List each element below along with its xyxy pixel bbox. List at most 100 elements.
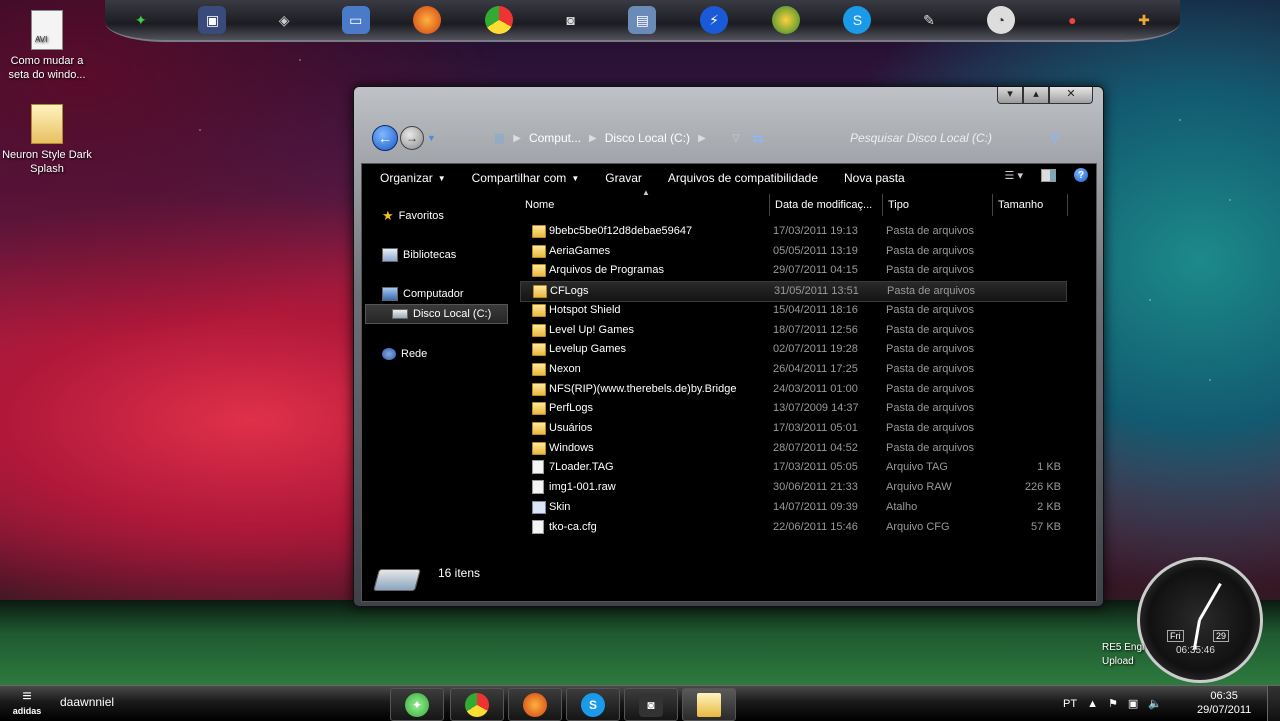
dock-app-icon[interactable]: ✚ [1130,6,1158,34]
dock-app-icon[interactable]: ✎ [915,6,943,34]
tray-clock[interactable]: 06:35 29/07/2011 [1197,689,1251,717]
desktop-icon-folder[interactable]: Neuron Style Dark Splash [2,104,92,176]
burn-button[interactable]: Gravar [591,171,654,185]
view-options-icon[interactable]: ☰ ▾ [1005,169,1023,182]
folder-icon [532,362,546,376]
file-name: NFS(RIP)(www.therebels.de)by.Bridge [549,382,737,395]
dock-clock-icon[interactable]: ◔ [986,6,1015,34]
column-header-name[interactable]: Nome [520,194,770,216]
organize-button[interactable]: Organizar ▼ [362,171,458,185]
file-row[interactable]: NFS(RIP)(www.therebels.de)by.Bridge 24/03… [520,380,1065,399]
taskbar-camera-button[interactable]: ◙ [624,688,678,721]
clock-gadget[interactable]: Fri 29 06:35:46 [1137,557,1263,683]
column-header-size[interactable]: Tamanho [993,194,1068,216]
taskbar-skype-button[interactable]: S [566,688,620,721]
file-row[interactable]: Windows 28/07/2011 04:52 Pasta de arquivos [520,439,1065,458]
breadcrumb: ▦ ▶ Comput... ▶ Disco Local (C:) ▶ [494,131,706,145]
gadget-line: RE5 Engi [1102,642,1145,653]
network-icon[interactable]: ▣ [1128,697,1138,710]
column-header-date[interactable]: Data de modificaç... [770,194,883,216]
file-type: Pasta de arquivos [886,225,975,237]
compat-files-button[interactable]: Arquivos de compatibilidade [654,171,830,185]
search-input[interactable]: Pesquisar Disco Local (C:) [850,131,992,145]
close-button[interactable]: ✕ [1049,87,1093,104]
file-row[interactable]: Levelup Games 02/07/2011 19:28 Pasta de ar… [520,340,1065,359]
volume-icon[interactable]: 🔈 [1148,697,1162,710]
forward-arrow-icon[interactable]: → [400,126,424,150]
folder-icon [697,692,721,717]
clock-time: 06:35:46 [1176,645,1215,656]
file-date: 28/07/2011 04:52 [773,441,858,454]
explorer-content: Organizar ▼ Compartilhar com ▼ Gravar Arqu… [361,163,1097,602]
dock-app-icon[interactable]: ▤ [628,6,657,34]
file-icon [532,480,544,495]
nav-item-local-disk[interactable]: Disco Local (C:) [365,304,508,324]
tray-expand-icon[interactable]: ▲ [1087,698,1098,710]
dock-monitor-icon[interactable]: ▭ [341,6,370,34]
preview-pane-icon[interactable] [1041,168,1056,182]
file-row[interactable]: 9bebc5be0f12d8debae59647 17/03/2011 19:13… [520,222,1065,241]
taskbar-firefox-button[interactable] [508,688,562,721]
file-row[interactable]: CFLogs 31/05/2011 13:51 Pasta de arquivos [520,281,1067,303]
dock-app-icon[interactable]: ● [1058,6,1086,34]
dock-firefox-icon[interactable] [413,6,442,34]
video-file-icon: AVI [31,10,63,50]
clock-hand [1198,582,1222,621]
file-date: 29/07/2011 04:15 [773,264,858,277]
file-row[interactable]: 7Loader.TAG 17/03/2011 05:05 Arquivo TAG 1 … [520,458,1065,477]
breadcrumb-computer[interactable]: Comput... [529,131,581,145]
firefox-icon [523,692,547,717]
dock-app-icon[interactable]: ⚡ [700,6,729,34]
taskbar-messenger-button[interactable]: ✦ [390,688,444,721]
file-type: Arquivo TAG [886,461,948,474]
file-row[interactable]: Hotspot Shield 15/04/2011 18:16 Pasta de a… [520,301,1065,320]
minimize-button[interactable]: ▾ [997,87,1023,104]
show-desktop-button[interactable] [1267,686,1280,721]
flag-icon[interactable]: ⚑ [1108,697,1118,710]
refresh-icon[interactable]: ⇆ [752,130,764,147]
chevron-right-icon[interactable]: ▶ [698,133,706,144]
help-icon[interactable]: ? [1074,168,1088,182]
chevron-right-icon[interactable]: ▶ [589,133,597,144]
avi-badge: AVI [35,35,48,44]
file-row[interactable]: Usuários 17/03/2011 05:01 Pasta de arquivo… [520,419,1065,438]
shortcut-icon [532,500,546,514]
desktop-icon-video[interactable]: AVI Como mudar a seta do windo... [2,10,92,82]
dock-skype-icon[interactable]: S [843,6,872,34]
taskbar-chrome-button[interactable] [450,688,504,721]
nav-item-network[interactable]: Rede [382,346,427,362]
search-icon[interactable]: ⚲ [1050,130,1060,146]
back-arrow-icon[interactable]: ← [372,125,398,151]
dock-chrome-icon[interactable] [485,6,514,34]
language-indicator[interactable]: PT [1063,698,1077,710]
dock-app-icon[interactable]: ◈ [270,6,298,34]
file-row[interactable]: Level Up! Games 18/07/2011 12:56 Pasta de … [520,321,1065,340]
file-row[interactable]: tko-ca.cfg 22/06/2011 15:46 Arquivo CFG 57 … [520,518,1065,537]
file-row[interactable]: Skin 14/07/2011 09:39 Atalho 2 KB [520,498,1065,517]
dock-app-icon[interactable]: ▣ [198,6,227,34]
file-row[interactable]: Nexon 26/04/2011 17:25 Pasta de arquivos [520,360,1065,379]
file-name: AeriaGames [549,244,611,257]
nav-item-computer[interactable]: Computador [382,286,464,302]
start-button[interactable]: ≡ adidas [4,688,50,719]
nav-item-favorites[interactable]: ★ Favoritos [382,208,444,224]
column-header-type[interactable]: Tipo [883,194,993,216]
file-row[interactable]: PerfLogs 13/07/2009 14:37 Pasta de arquivo… [520,399,1065,418]
history-dropdown-icon[interactable]: ▼ [427,133,436,143]
dock-camera-icon[interactable]: ◙ [557,6,585,34]
file-row[interactable]: Arquivos de Programas 29/07/2011 04:15 Pas… [520,261,1065,280]
file-row[interactable]: AeriaGames 05/05/2011 13:19 Pasta de arqui… [520,242,1065,261]
file-name: img1-001.raw [549,481,616,494]
nav-item-libraries[interactable]: Bibliotecas [382,247,456,263]
dock-app-icon[interactable]: ✦ [127,6,155,34]
new-folder-button[interactable]: Nova pasta [830,171,917,185]
taskbar-explorer-button[interactable] [682,688,736,721]
breadcrumb-local-disk[interactable]: Disco Local (C:) [605,131,690,145]
tray-date: 29/07/2011 [1197,704,1252,716]
dock-app-icon[interactable] [771,6,800,34]
chevron-right-icon[interactable]: ▶ [513,133,521,144]
address-dropdown-icon[interactable]: ▽ [732,133,740,144]
file-row[interactable]: img1-001.raw 30/06/2011 21:33 Arquivo RAW 2… [520,478,1065,497]
maximize-button[interactable]: ▴ [1023,87,1049,104]
share-button[interactable]: Compartilhar com ▼ [458,171,592,185]
